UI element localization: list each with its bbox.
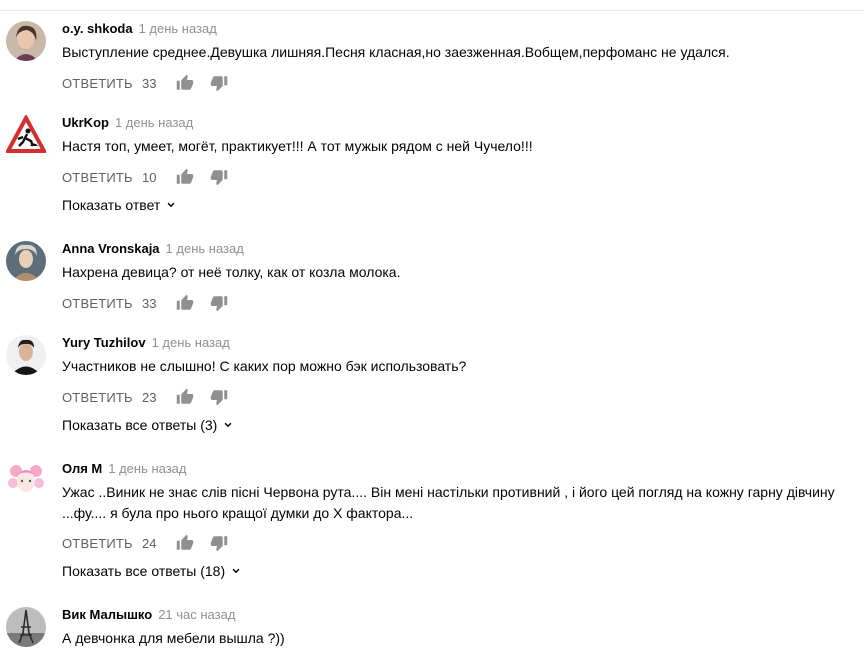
thumbs-up-icon[interactable] [176, 168, 194, 186]
road-work-sign-avatar[interactable] [6, 115, 46, 155]
comment-text: Ужас ..Виник не знає слів пісні Червона … [62, 482, 857, 524]
pink-hair-drawing-avatar[interactable] [6, 461, 46, 501]
thumbs-down-icon[interactable] [210, 294, 228, 312]
comment-actions: ОТВЕТИТЬ 10 [62, 167, 228, 187]
chevron-down-icon [232, 568, 240, 574]
comment-time[interactable]: 1 день назад [115, 115, 193, 130]
comment-text-line: ...фу.... я була про нього кращої думки … [62, 505, 414, 521]
thumbs-up-icon[interactable] [176, 388, 194, 406]
comment-time[interactable]: 1 день назад [108, 461, 186, 476]
like-count: 23 [142, 389, 157, 405]
thumbs-down-icon[interactable] [210, 168, 228, 186]
comment-text: Нахрена девица? от неё толку, как от коз… [62, 264, 401, 280]
thumbs-down-icon[interactable] [210, 534, 228, 552]
author-name[interactable]: Anna Vronskaja [62, 241, 160, 256]
comment-time[interactable]: 21 час назад [158, 607, 235, 622]
comment-header: Оля М 1 день назад [62, 461, 187, 477]
comment-header: UkrKop 1 день назад [62, 115, 193, 131]
comment-text: Участников не слышно! С каких пор можно … [62, 358, 467, 374]
comment-actions: ОТВЕТИТЬ 23 [62, 387, 228, 407]
reply-button[interactable]: ОТВЕТИТЬ [62, 170, 142, 185]
comment-actions: ОТВЕТИТЬ 33 [62, 73, 228, 93]
man-photo-avatar[interactable] [6, 335, 46, 375]
author-name[interactable]: Оля М [62, 461, 102, 476]
reply-button[interactable]: ОТВЕТИТЬ [62, 76, 142, 91]
comment-actions: ОТВЕТИТЬ 33 [62, 293, 228, 313]
comment-header: Вик Малышко 21 час назад [62, 607, 235, 623]
thumbs-up-icon[interactable] [176, 534, 194, 552]
author-name[interactable]: UkrKop [62, 115, 109, 130]
comment-text-line: Ужас ..Виник не знає слів пісні Червона … [62, 484, 835, 500]
thumbs-up-icon[interactable] [176, 294, 194, 312]
top-divider [0, 10, 864, 11]
show-replies-button[interactable]: Показать ответ [62, 197, 178, 213]
like-count: 10 [142, 169, 157, 185]
like-count: 33 [142, 75, 157, 91]
show-replies-label: Показать ответ [62, 197, 161, 213]
chevron-down-icon [224, 422, 232, 428]
reply-button[interactable]: ОТВЕТИТЬ [62, 536, 142, 551]
eiffel-tower-photo-avatar[interactable] [6, 607, 46, 647]
comment-text: Выступление среднее.Девушка лишняя.Песня… [62, 44, 730, 60]
woman-photo-avatar[interactable] [6, 21, 46, 61]
show-replies-label: Показать все ответы (18) [62, 563, 226, 579]
comment-actions: ОТВЕТИТЬ 24 [62, 533, 228, 553]
comment-time[interactable]: 1 день назад [139, 21, 217, 36]
reply-button[interactable]: ОТВЕТИТЬ [62, 296, 142, 311]
like-count: 24 [142, 535, 157, 551]
show-replies-button[interactable]: Показать все ответы (18) [62, 563, 243, 579]
thumbs-down-icon[interactable] [210, 388, 228, 406]
comment-header: Anna Vronskaja 1 день назад [62, 241, 244, 257]
comment-time[interactable]: 1 день назад [166, 241, 244, 256]
author-name[interactable]: Yury Tuzhilov [62, 335, 146, 350]
comment-header: Yury Tuzhilov 1 день назад [62, 335, 230, 351]
comment-text: А девчонка для мебели вышла ?)) [62, 630, 285, 646]
comment-text: Настя топ, умеет, могёт, практикует!!! А… [62, 138, 533, 154]
reply-button[interactable]: ОТВЕТИТЬ [62, 390, 142, 405]
author-name[interactable]: o.y. shkoda [62, 21, 133, 36]
comment-time[interactable]: 1 день назад [152, 335, 230, 350]
show-replies-label: Показать все ответы (3) [62, 417, 218, 433]
comment-header: o.y. shkoda 1 день назад [62, 21, 217, 37]
author-name[interactable]: Вик Малышко [62, 607, 152, 622]
thumbs-up-icon[interactable] [176, 74, 194, 92]
show-replies-button[interactable]: Показать все ответы (3) [62, 417, 235, 433]
chevron-down-icon [167, 202, 175, 208]
thumbs-down-icon[interactable] [210, 74, 228, 92]
like-count: 33 [142, 295, 157, 311]
portrait-painting-avatar[interactable] [6, 241, 46, 281]
